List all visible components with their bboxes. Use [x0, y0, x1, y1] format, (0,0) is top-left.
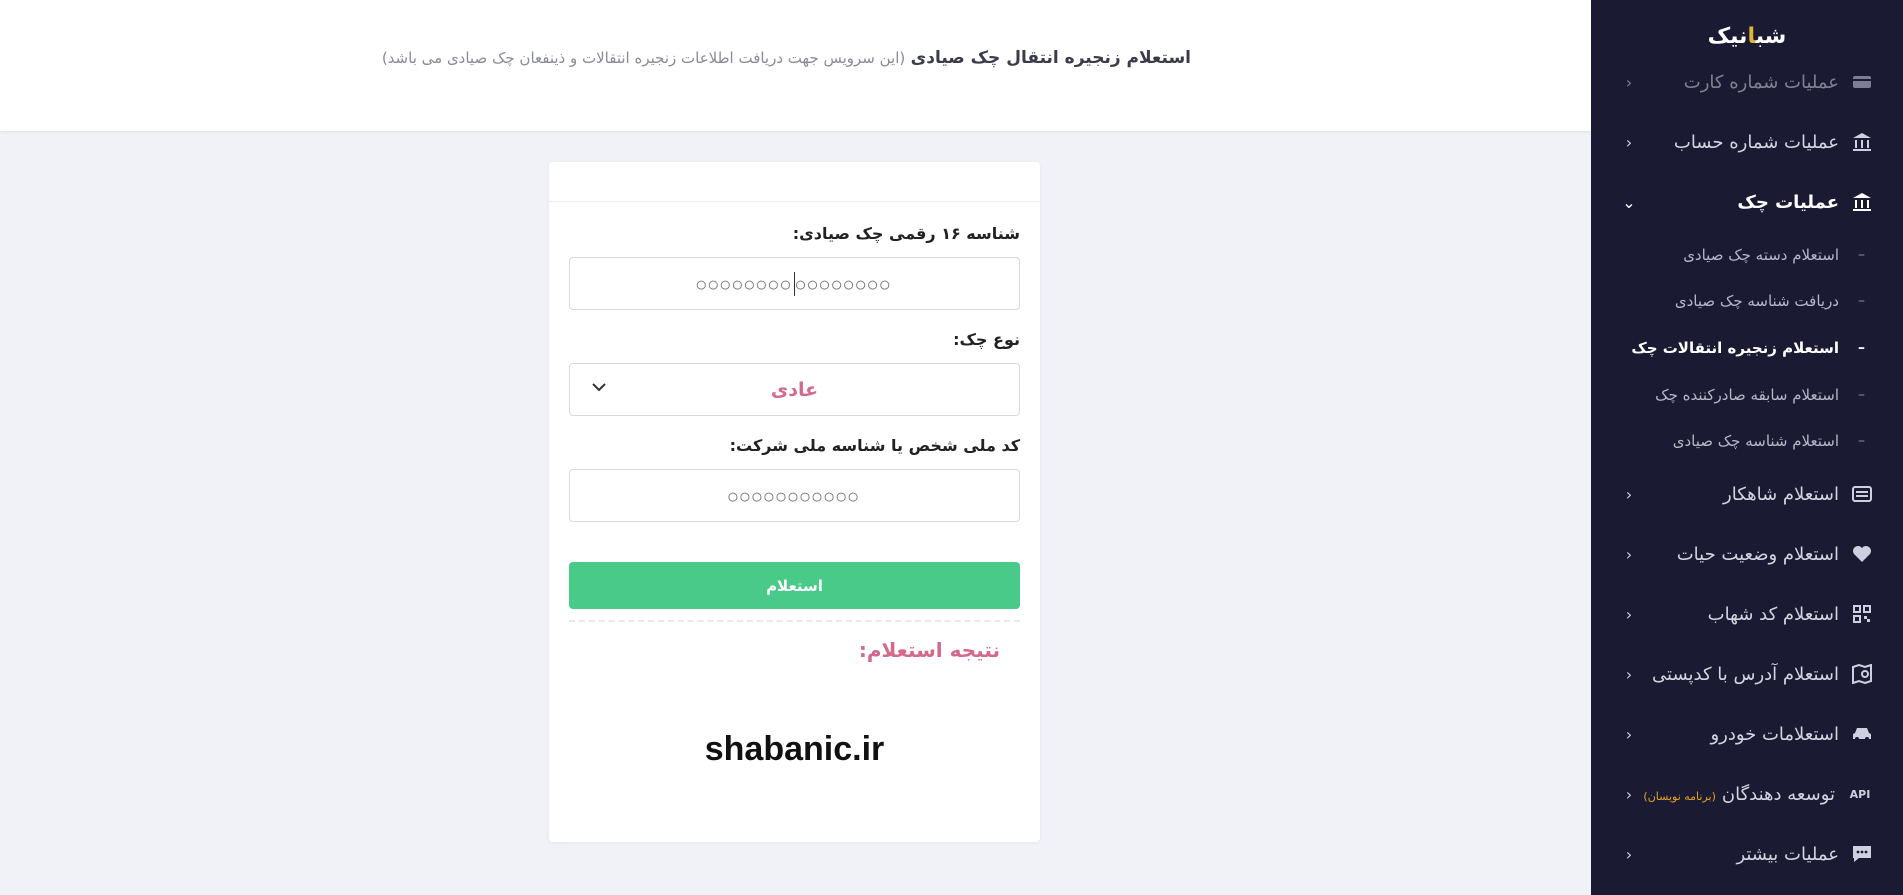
dash-icon: – [1858, 433, 1865, 449]
cheque-type-value: عادی [770, 378, 819, 401]
sidebar: شبانیک عملیات شماره کارت ‹ عملیات شماره … [1591, 0, 1903, 895]
logo-part-2: نیک [1707, 24, 1748, 49]
chevron-left-icon: ‹ [1625, 784, 1633, 804]
page-heading: استعلام زنجیره انتقال چک صیادی (این سروی… [382, 48, 1191, 68]
national-id-value: ○○○○○○○○○○○ [728, 486, 861, 505]
sidebar-subitem-cheque-book[interactable]: – استعلام دسته چک صیادی [1591, 240, 1903, 270]
sidebar-item-life-status[interactable]: استعلام وضعیت حیات ‹ [1591, 534, 1903, 574]
sidebar-subitem-label: استعلام شناسه چک صیادی [1672, 432, 1839, 450]
sidebar-item-more-operations[interactable]: عملیات بیشتر ‹ [1591, 834, 1903, 874]
divider [569, 620, 1020, 622]
sidebar-item-label: استعلام شاهکار [1723, 483, 1839, 505]
result-heading: نتیجه استعلام: [858, 638, 1000, 662]
sidebar-subitem-label: دریافت شناسه چک صیادی [1674, 292, 1839, 310]
cheque-type-label: نوع چک: [953, 330, 1020, 349]
dash-icon: – [1858, 340, 1865, 356]
brand-logo[interactable]: شبانیک [1591, 24, 1903, 49]
sidebar-subitem-cheque-id-inquiry[interactable]: – استعلام شناسه چک صیادی [1591, 426, 1903, 456]
cheque-id-label: شناسه ۱۶ رقمی چک صیادی: [792, 224, 1020, 243]
sidebar-item-label: عملیات چک [1737, 191, 1839, 213]
sidebar-item-postal-address[interactable]: استعلام آدرس با کدپستی ‹ [1591, 654, 1903, 694]
sidebar-item-label: عملیات بیشتر [1736, 843, 1839, 865]
developers-note: (برنامه نویسان) [1643, 789, 1716, 803]
chevron-left-icon: ‹ [1625, 544, 1633, 564]
sidebar-item-shahab-code[interactable]: استعلام کد شهاب ‹ [1591, 594, 1903, 634]
chevron-left-icon: ‹ [1625, 664, 1633, 684]
logo-part-1: شب [1755, 24, 1787, 49]
sidebar-item-shahkar[interactable]: استعلام شاهکار ‹ [1591, 474, 1903, 514]
dash-icon: – [1858, 387, 1865, 403]
chevron-left-icon: ‹ [1625, 724, 1633, 744]
qr-icon [1851, 603, 1873, 625]
sidebar-subitem-get-cheque-id[interactable]: – دریافت شناسه چک صیادی [1591, 286, 1903, 316]
sidebar-item-developers[interactable]: API توسعه دهندگان (برنامه نویسان) ‹ [1591, 774, 1903, 814]
heart-icon [1851, 543, 1873, 565]
sidebar-subitem-issuer-history[interactable]: – استعلام سابقه صادرکننده چک [1591, 380, 1903, 410]
chevron-left-icon: ‹ [1625, 604, 1633, 624]
page-subtitle: (این سرویس جهت دریافت اطلاعات زنجیره انت… [381, 49, 906, 67]
chevron-left-icon: ‹ [1625, 72, 1633, 92]
car-icon [1851, 723, 1873, 745]
sidebar-subitem-transfer-chain[interactable]: – استعلام زنجیره انتقالات چک [1591, 333, 1903, 363]
sidebar-subitem-label: استعلام دسته چک صیادی [1683, 246, 1839, 264]
logo-dot: ا [1747, 24, 1756, 49]
id-card-icon [1851, 483, 1873, 505]
watermark: shabanic.ir [704, 730, 885, 768]
sidebar-item-text: توسعه دهندگان [1721, 783, 1835, 805]
sidebar-item-label: عملیات شماره حساب [1673, 131, 1839, 153]
sidebar-item-label: استعلام وضعیت حیات [1676, 543, 1839, 565]
chevron-down-icon [592, 383, 606, 392]
map-search-icon [1851, 663, 1873, 685]
dash-icon: – [1858, 293, 1865, 309]
cheque-id-value-right: ○○○○○○○○ [796, 274, 893, 293]
api-icon: API [1849, 787, 1871, 801]
dash-icon: – [1858, 247, 1865, 263]
cheque-id-input[interactable]: ○○○○○○○○ ○○○○○○○○ [569, 257, 1020, 310]
text-caret [794, 271, 795, 296]
inquiry-submit-button[interactable]: استعلام [569, 562, 1020, 609]
sidebar-item-label: استعلام آدرس با کدپستی [1652, 663, 1839, 685]
page-title: استعلام زنجیره انتقال چک صیادی [910, 48, 1191, 68]
cheque-type-select[interactable]: عادی [569, 363, 1020, 416]
cheque-id-value-left: ○○○○○○○○ [696, 274, 793, 293]
chevron-down-icon: ⌄ [1622, 192, 1636, 212]
chevron-left-icon: ‹ [1625, 132, 1633, 152]
sidebar-item-cheque-operations[interactable]: عملیات چک ⌄ [1591, 182, 1903, 222]
sidebar-item-account-operations[interactable]: عملیات شماره حساب ‹ [1591, 122, 1903, 162]
sidebar-subitem-label: استعلام زنجیره انتقالات چک [1631, 339, 1839, 357]
bank-icon [1851, 191, 1873, 213]
bank-icon [1851, 131, 1873, 153]
sidebar-item-label: استعلامات خودرو [1710, 723, 1839, 745]
national-id-label: کد ملی شخص یا شناسه ملی شرکت: [729, 436, 1020, 455]
card-header [549, 162, 1040, 202]
chat-icon [1851, 843, 1873, 865]
card-icon [1851, 71, 1873, 93]
sidebar-item-vehicle[interactable]: استعلامات خودرو ‹ [1591, 714, 1903, 754]
national-id-input[interactable]: ○○○○○○○○○○○ [569, 469, 1020, 522]
sidebar-item-label: عملیات شماره کارت [1683, 71, 1839, 93]
inquiry-card: شناسه ۱۶ رقمی چک صیادی: ○○○○○○○○ ○○○○○○○○… [549, 162, 1040, 842]
sidebar-item-label: استعلام کد شهاب [1707, 603, 1839, 625]
chevron-left-icon: ‹ [1625, 844, 1633, 864]
chevron-left-icon: ‹ [1625, 484, 1633, 504]
sidebar-subitem-label: استعلام سابقه صادرکننده چک [1655, 386, 1839, 404]
sidebar-item-label: توسعه دهندگان (برنامه نویسان) [1637, 784, 1835, 805]
sidebar-item-card-operations[interactable]: عملیات شماره کارت ‹ [1591, 62, 1903, 102]
top-header: استعلام زنجیره انتقال چک صیادی (این سروی… [0, 0, 1591, 131]
